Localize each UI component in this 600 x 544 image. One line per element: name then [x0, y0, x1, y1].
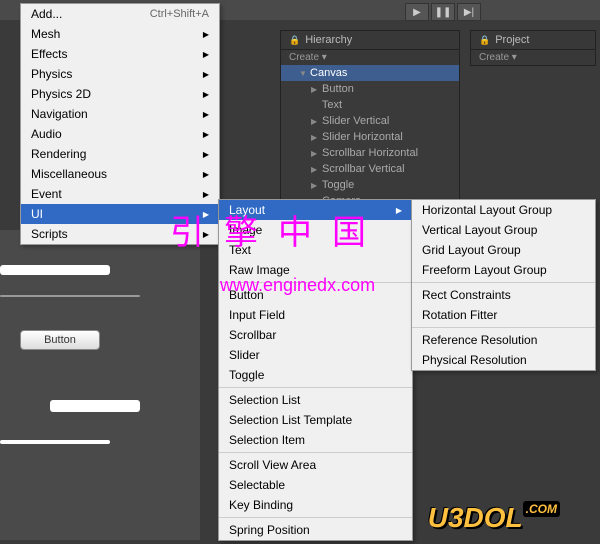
- hierarchy-item[interactable]: ▶ Scrollbar Horizontal: [281, 145, 459, 161]
- button-preview: Button: [20, 330, 100, 350]
- hierarchy-item[interactable]: Text: [281, 97, 459, 113]
- menu-item[interactable]: Key Binding: [219, 495, 412, 515]
- menu-item[interactable]: Slider: [219, 345, 412, 365]
- ui-submenu: Layout▶ImageTextRaw Image ButtonInput Fie…: [218, 199, 413, 541]
- element-preview: [50, 400, 140, 412]
- menu-item[interactable]: Event▶: [21, 184, 219, 204]
- logo: U3DOL.COM: [428, 502, 560, 534]
- menu-item[interactable]: Rotation Fitter: [412, 305, 595, 325]
- menu-item[interactable]: Audio▶: [21, 124, 219, 144]
- hierarchy-item[interactable]: ▶ Toggle: [281, 177, 459, 193]
- menu-item[interactable]: Selection List: [219, 390, 412, 410]
- lock-icon: 🔒: [479, 35, 490, 46]
- menu-item[interactable]: Physics▶: [21, 64, 219, 84]
- menu-item[interactable]: Input Field: [219, 305, 412, 325]
- menu-item[interactable]: Scroll View Area: [219, 455, 412, 475]
- menu-item[interactable]: Toggle: [219, 365, 412, 385]
- menu-item[interactable]: Horizontal Layout Group: [412, 200, 595, 220]
- hierarchy-item[interactable]: ▶ Slider Vertical: [281, 113, 459, 129]
- hierarchy-panel: 🔒Hierarchy Create ▾ ▼ Canvas▶ Button Tex…: [280, 30, 460, 210]
- menu-item[interactable]: Scrollbar: [219, 325, 412, 345]
- menu-item[interactable]: Spring Position: [219, 520, 412, 540]
- hierarchy-item[interactable]: ▼ Canvas: [281, 65, 459, 81]
- project-panel: 🔒Project Create ▾: [470, 30, 596, 66]
- menu-item[interactable]: Miscellaneous▶: [21, 164, 219, 184]
- pause-button[interactable]: ❚❚: [431, 3, 455, 21]
- menu-item[interactable]: Layout▶: [219, 200, 412, 220]
- menu-item[interactable]: Button: [219, 285, 412, 305]
- menu-item[interactable]: Effects▶: [21, 44, 219, 64]
- menu-item[interactable]: Navigation▶: [21, 104, 219, 124]
- menu-item[interactable]: Rendering▶: [21, 144, 219, 164]
- element-preview: [0, 440, 110, 444]
- layout-submenu: Horizontal Layout GroupVertical Layout G…: [411, 199, 596, 371]
- lock-icon: 🔒: [289, 35, 300, 46]
- hierarchy-item[interactable]: ▶ Slider Horizontal: [281, 129, 459, 145]
- playback-controls: ▶ ❚❚ ▶|: [405, 3, 481, 21]
- menu-item[interactable]: Mesh▶: [21, 24, 219, 44]
- hierarchy-header: 🔒Hierarchy: [281, 31, 459, 49]
- component-menu: Add...Ctrl+Shift+AMesh▶Effects▶Physics▶P…: [20, 3, 220, 245]
- menu-item[interactable]: Physical Resolution: [412, 350, 595, 370]
- menu-item[interactable]: Add...Ctrl+Shift+A: [21, 4, 219, 24]
- hierarchy-item[interactable]: ▶ Button: [281, 81, 459, 97]
- scrollbar-preview: [0, 295, 140, 297]
- menu-item[interactable]: Image: [219, 220, 412, 240]
- menu-item[interactable]: UI▶: [21, 204, 219, 224]
- project-header: 🔒Project: [471, 31, 595, 49]
- menu-item[interactable]: Raw Image: [219, 260, 412, 280]
- project-create-button[interactable]: Create ▾: [471, 49, 595, 65]
- menu-item[interactable]: Selectable: [219, 475, 412, 495]
- scene-view: [0, 230, 200, 540]
- play-button[interactable]: ▶: [405, 3, 429, 21]
- menu-item[interactable]: Grid Layout Group: [412, 240, 595, 260]
- hierarchy-item[interactable]: ▶ Scrollbar Vertical: [281, 161, 459, 177]
- menu-item[interactable]: Vertical Layout Group: [412, 220, 595, 240]
- menu-item[interactable]: Physics 2D▶: [21, 84, 219, 104]
- next-button[interactable]: ▶|: [457, 3, 481, 21]
- menu-item[interactable]: Selection Item: [219, 430, 412, 450]
- hierarchy-create-button[interactable]: Create ▾: [281, 49, 459, 65]
- menu-item[interactable]: Text: [219, 240, 412, 260]
- menu-item[interactable]: Reference Resolution: [412, 330, 595, 350]
- menu-item[interactable]: Freeform Layout Group: [412, 260, 595, 280]
- menu-item[interactable]: Scripts▶: [21, 224, 219, 244]
- menu-item[interactable]: Selection List Template: [219, 410, 412, 430]
- menu-item[interactable]: Rect Constraints: [412, 285, 595, 305]
- slider-preview: [0, 265, 110, 275]
